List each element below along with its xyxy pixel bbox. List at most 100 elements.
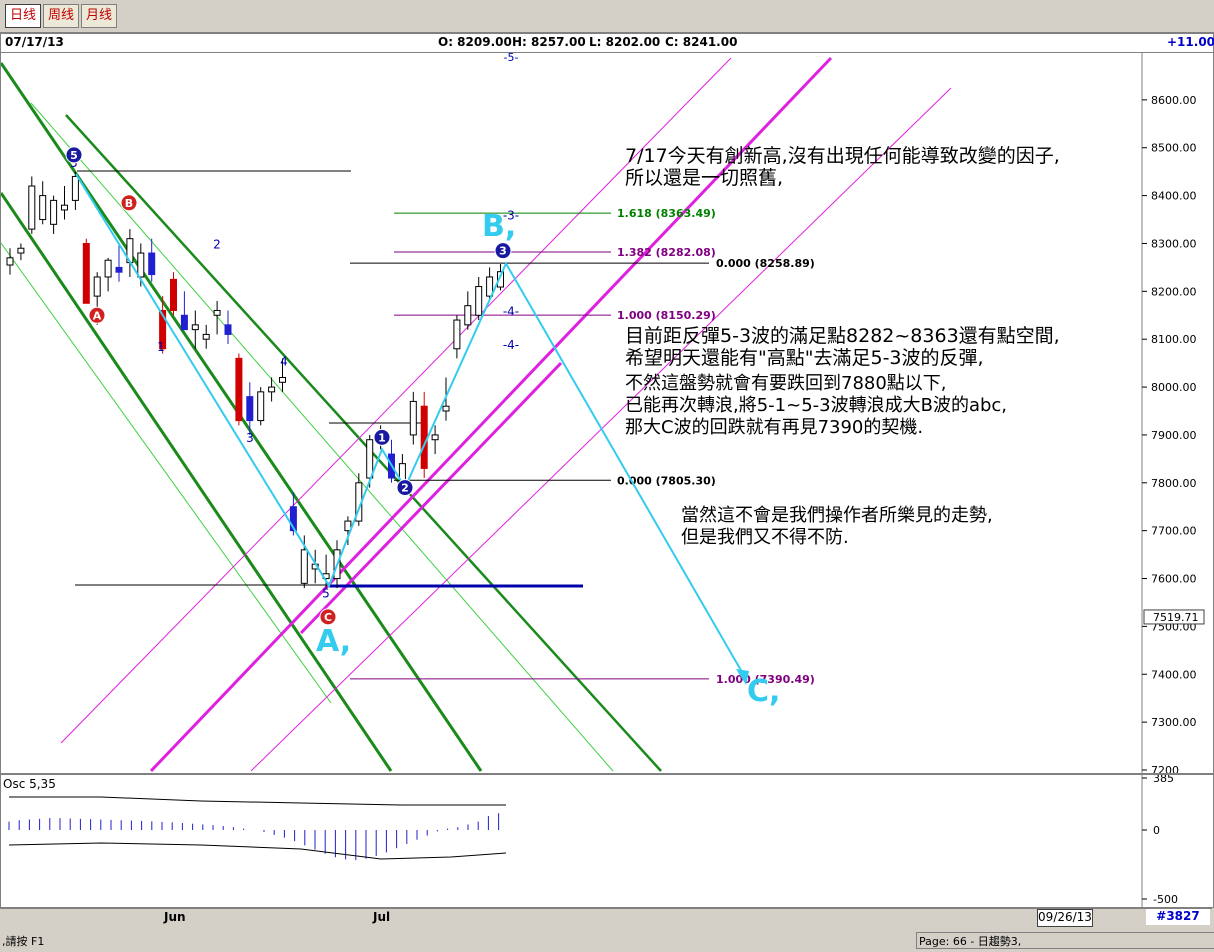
candle-down	[235, 357, 243, 422]
annotation-blue-line-2: 所以還是一切照舊,	[625, 167, 784, 189]
candle-up	[202, 333, 210, 340]
osc-tick-label: 385	[1153, 775, 1174, 785]
big-wave-label: B,	[482, 209, 516, 244]
y-tick-label: 7200	[1151, 764, 1179, 773]
candle-up	[191, 324, 199, 331]
candle-up	[93, 276, 101, 297]
candle-up	[431, 434, 439, 441]
annotation-blue: 7/17今天有創新高,沒有出現任何能導致改變的因子, 所以還是一切照舊,	[625, 145, 1060, 189]
tab-weekly[interactable]: 周线	[43, 4, 80, 28]
candle-up	[17, 247, 25, 254]
annotation-green: 目前距反彈5-3波的滿足點8282~8363還有點空間, 希望明天還能有"高點"…	[625, 325, 1060, 369]
y-tick-label: 8500.00	[1151, 142, 1197, 155]
wave-label-small: 1	[157, 340, 165, 354]
candle-up	[257, 391, 265, 422]
wave-circle-label: 1	[378, 431, 386, 444]
candle-up	[137, 252, 145, 278]
info-close: C: 8241.00	[665, 35, 738, 49]
status-right: Page: 66 - 日趨勢3,	[916, 932, 1214, 949]
osc-signal-lower	[8, 842, 507, 860]
candle-up	[442, 405, 450, 412]
oscillator-chart[interactable]: Osc 5,35 385 0 -500	[1, 772, 1213, 907]
candle-up	[213, 309, 221, 316]
annotation-blue-line-1: 7/17今天有創新高,沒有出現任何能導致改變的因子,	[625, 145, 1060, 167]
candle-up	[39, 195, 47, 221]
info-date: 07/17/13	[5, 35, 64, 49]
candle-down	[246, 396, 254, 422]
wave-label-small: 3	[246, 431, 254, 445]
wave-circle-label: A	[93, 309, 102, 322]
oscillator-panel[interactable]: Osc 5,35 385 0 -500	[0, 772, 1214, 908]
wave-label-small: -4-	[503, 304, 519, 318]
annotation-red-line-2: 但是我們又不得不防.	[681, 527, 849, 548]
y-tick-label: 8300.00	[1151, 237, 1197, 250]
candle-up	[366, 439, 374, 479]
osc-title: Osc 5,35	[3, 777, 56, 791]
fib-label: 1.618 (8363.49)	[617, 207, 716, 220]
info-bar: 07/17/13 O: 8209.00 H: 8257.00 L: 8202.0…	[0, 33, 1214, 53]
y-tick-label: 8200.00	[1151, 285, 1197, 298]
annotation-cyan: 不然這盤勢就會有要跌回到7880點以下, 已能再次轉浪,將5-1~5-3波轉浪成…	[625, 373, 1007, 439]
candle-up	[28, 185, 36, 230]
bar-count: #3827	[1146, 909, 1210, 925]
big-wave-label: C,	[747, 674, 780, 709]
y-tick-label: 8600.00	[1151, 94, 1197, 107]
y-tick-label: 8000.00	[1151, 381, 1197, 394]
annotation-green-line-2: 希望明天還能有"高點"去滿足5-3波的反彈,	[625, 347, 984, 369]
annotation-cyan-line-3: 那大C波的回跌就有再見7390的契機.	[625, 417, 924, 438]
wave-label-small: 2	[213, 237, 221, 251]
candle-up	[409, 400, 417, 436]
candle-down	[224, 324, 232, 335]
candle-up	[104, 259, 112, 278]
wave-label-small: 5	[322, 587, 330, 601]
status-left: ,請按 F1	[2, 935, 45, 948]
fib-label: 1.382 (8282.08)	[617, 246, 716, 259]
y-tick-label: 7800.00	[1151, 477, 1197, 490]
y-tick-label: 8100.00	[1151, 333, 1197, 346]
candle-up	[50, 199, 58, 225]
info-high: H: 8257.00	[512, 35, 586, 49]
annotation-green-line-1: 目前距反彈5-3波的滿足點8282~8363還有點空間,	[625, 325, 1060, 347]
fib-label: 1.000 (8150.29)	[617, 309, 716, 322]
y-tick-label: 7900.00	[1151, 429, 1197, 442]
last-price-label: 7519.71	[1153, 611, 1199, 624]
y-tick-label: 7300.00	[1151, 716, 1197, 729]
candle-up	[279, 376, 286, 383]
annotation-red-line-1: 當然這不會是我們操作者所樂見的走勢,	[681, 505, 993, 526]
main-chart-panel[interactable]: 8600.00 8500.00 8400.00 8300.00 8200.00 8100.…	[0, 51, 1214, 777]
annotation-red: 當然這不會是我們操作者所樂見的走勢, 但是我們又不得不防.	[681, 505, 993, 549]
wave-circle-label: B	[125, 197, 133, 210]
annotation-cyan-line-1: 不然這盤勢就會有要跌回到7880點以下,	[625, 373, 947, 394]
annotation-cyan-line-2: 已能再次轉浪,將5-1~5-3波轉浪成大B波的abc,	[625, 395, 1008, 416]
y-tick-label: 7700.00	[1151, 525, 1197, 538]
channel-line-green-lower	[0, 192, 393, 772]
x-label-jun: Jun	[164, 910, 186, 924]
candle-down	[180, 314, 188, 331]
candle-up	[6, 257, 14, 266]
tab-monthly[interactable]: 月线	[81, 4, 118, 28]
wave-circle-label: 3	[499, 245, 507, 258]
candle-up	[61, 204, 68, 211]
info-change: +11.00	[1167, 35, 1214, 49]
candle-up	[464, 305, 472, 326]
status-bar: ,請按 F1 Page: 66 - 日趨勢3,	[0, 930, 1214, 952]
candle-up	[453, 319, 461, 350]
candle-down	[148, 252, 156, 276]
y-tick-label: 7600.00	[1151, 573, 1197, 586]
osc-tick-label: -500	[1153, 893, 1178, 906]
wave-label-top: -5-	[504, 53, 519, 64]
wave-label-small: -4-	[503, 338, 519, 352]
info-low: L: 8202.00	[589, 35, 661, 49]
fib-label: 0.000 (8258.89)	[716, 257, 815, 270]
wave-label-small: 4	[280, 355, 288, 369]
osc-signal-upper	[9, 796, 506, 806]
tab-daily[interactable]: 日线	[5, 4, 42, 28]
candle-up	[268, 386, 276, 393]
y-tick-label: 7400.00	[1151, 668, 1197, 681]
candle-up	[71, 175, 79, 201]
channel-line-magenta-4	[299, 361, 563, 635]
date-box[interactable]: 09/26/13	[1037, 909, 1093, 927]
candle-down	[420, 405, 428, 469]
osc-tick-label: 0	[1153, 824, 1160, 837]
wave-circle-label: 2	[401, 482, 409, 495]
